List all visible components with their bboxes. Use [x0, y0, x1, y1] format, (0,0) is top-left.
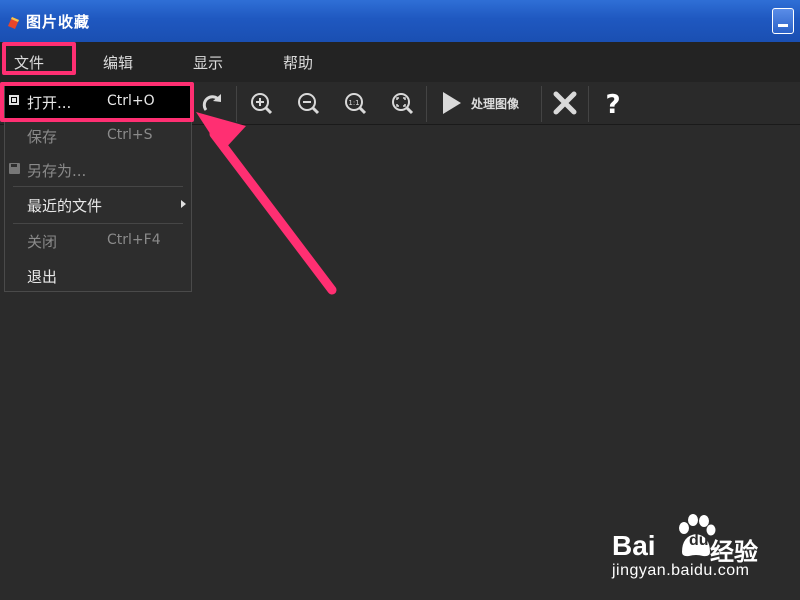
app-photo-icon: [8, 17, 19, 29]
menu-bar: 文件 编辑 显示 帮助: [0, 42, 800, 83]
toolbar-separator: [588, 86, 589, 122]
menu-item-save-as[interactable]: 另存为...: [5, 154, 191, 186]
menu-item-recent-files[interactable]: 最近的文件: [5, 189, 191, 221]
menu-divider: [13, 223, 183, 224]
menu-item-shortcut: Ctrl+F4: [107, 232, 161, 248]
toolbar-separator: [426, 86, 427, 122]
svg-text:1:1: 1:1: [348, 99, 359, 107]
zoom-out-icon[interactable]: [295, 90, 321, 116]
menu-item-exit[interactable]: 退出: [5, 260, 191, 292]
minimize-button[interactable]: [772, 8, 794, 34]
rotate-right-icon[interactable]: [200, 90, 226, 116]
menu-help[interactable]: 帮助: [283, 52, 313, 73]
menu-item-label: 另存为...: [27, 162, 87, 180]
menu-item-label: 保存: [27, 128, 58, 146]
process-image-button[interactable]: 处理图像: [471, 95, 519, 112]
menu-item-close[interactable]: 关闭 Ctrl+F4: [5, 225, 191, 257]
close-x-icon[interactable]: [552, 90, 578, 116]
annotation-highlight-file-menu: [2, 42, 76, 75]
zoom-in-icon[interactable]: [248, 90, 274, 116]
menu-view[interactable]: 显示: [193, 52, 223, 73]
save-disk-icon: [9, 163, 20, 174]
watermark-brand-bai: Bai: [612, 530, 656, 561]
toolbar-separator: [541, 86, 542, 122]
actual-size-icon[interactable]: 1:1: [342, 90, 368, 116]
title-bar: 图片收藏: [0, 0, 800, 42]
window-title: 图片收藏: [26, 13, 91, 31]
toolbar-separator: [236, 86, 237, 122]
play-icon[interactable]: [439, 90, 465, 116]
watermark-url: jingyan.baidu.com: [612, 562, 750, 579]
menu-item-label: 最近的文件: [27, 197, 103, 215]
help-icon[interactable]: ?: [600, 90, 626, 116]
fit-window-icon[interactable]: [389, 90, 415, 116]
watermark-brand-du: du: [689, 532, 709, 549]
svg-text:?: ?: [605, 90, 620, 116]
menu-item-save[interactable]: 保存 Ctrl+S: [5, 120, 191, 152]
menu-item-label: 退出: [27, 268, 58, 286]
baidu-jingyan-watermark: Bai du 经验 jingyan.baidu.com: [612, 512, 792, 592]
menu-item-label: 关闭: [27, 233, 58, 251]
menu-item-shortcut: Ctrl+S: [107, 127, 153, 143]
menu-divider: [13, 186, 183, 187]
submenu-arrow-icon: [181, 200, 186, 208]
annotation-highlight-open-item: [0, 82, 194, 122]
menu-edit[interactable]: 编辑: [103, 52, 133, 73]
